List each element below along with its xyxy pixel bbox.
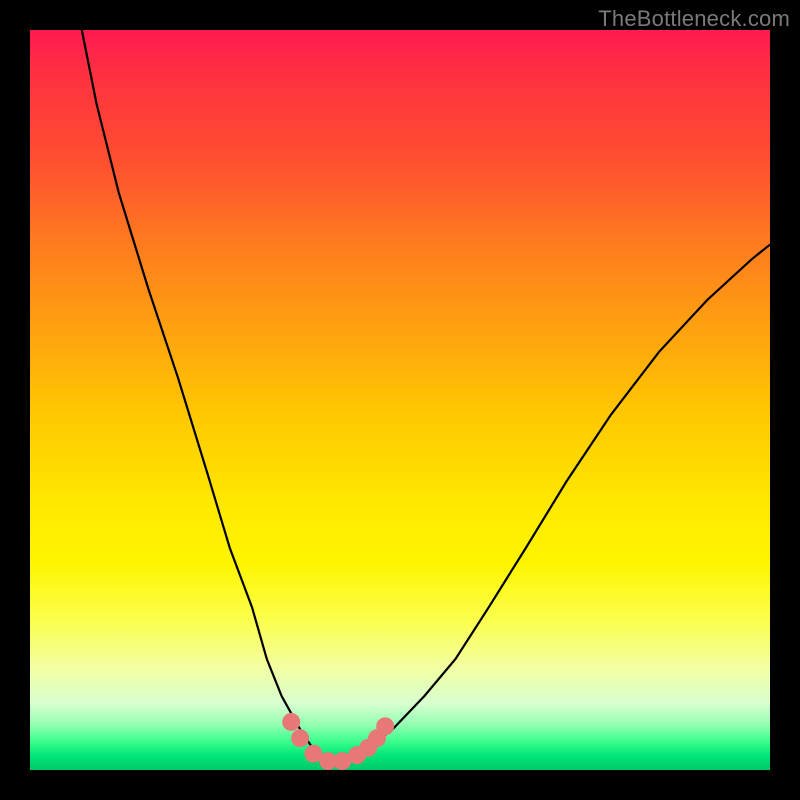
marker-point <box>291 729 309 747</box>
marker-point <box>376 717 394 735</box>
chart-svg <box>30 30 770 770</box>
bottleneck-curve <box>82 30 770 761</box>
chart-stage: TheBottleneck.com <box>0 0 800 800</box>
watermark-text: TheBottleneck.com <box>598 6 790 32</box>
markers <box>282 713 394 770</box>
marker-point <box>282 713 300 731</box>
